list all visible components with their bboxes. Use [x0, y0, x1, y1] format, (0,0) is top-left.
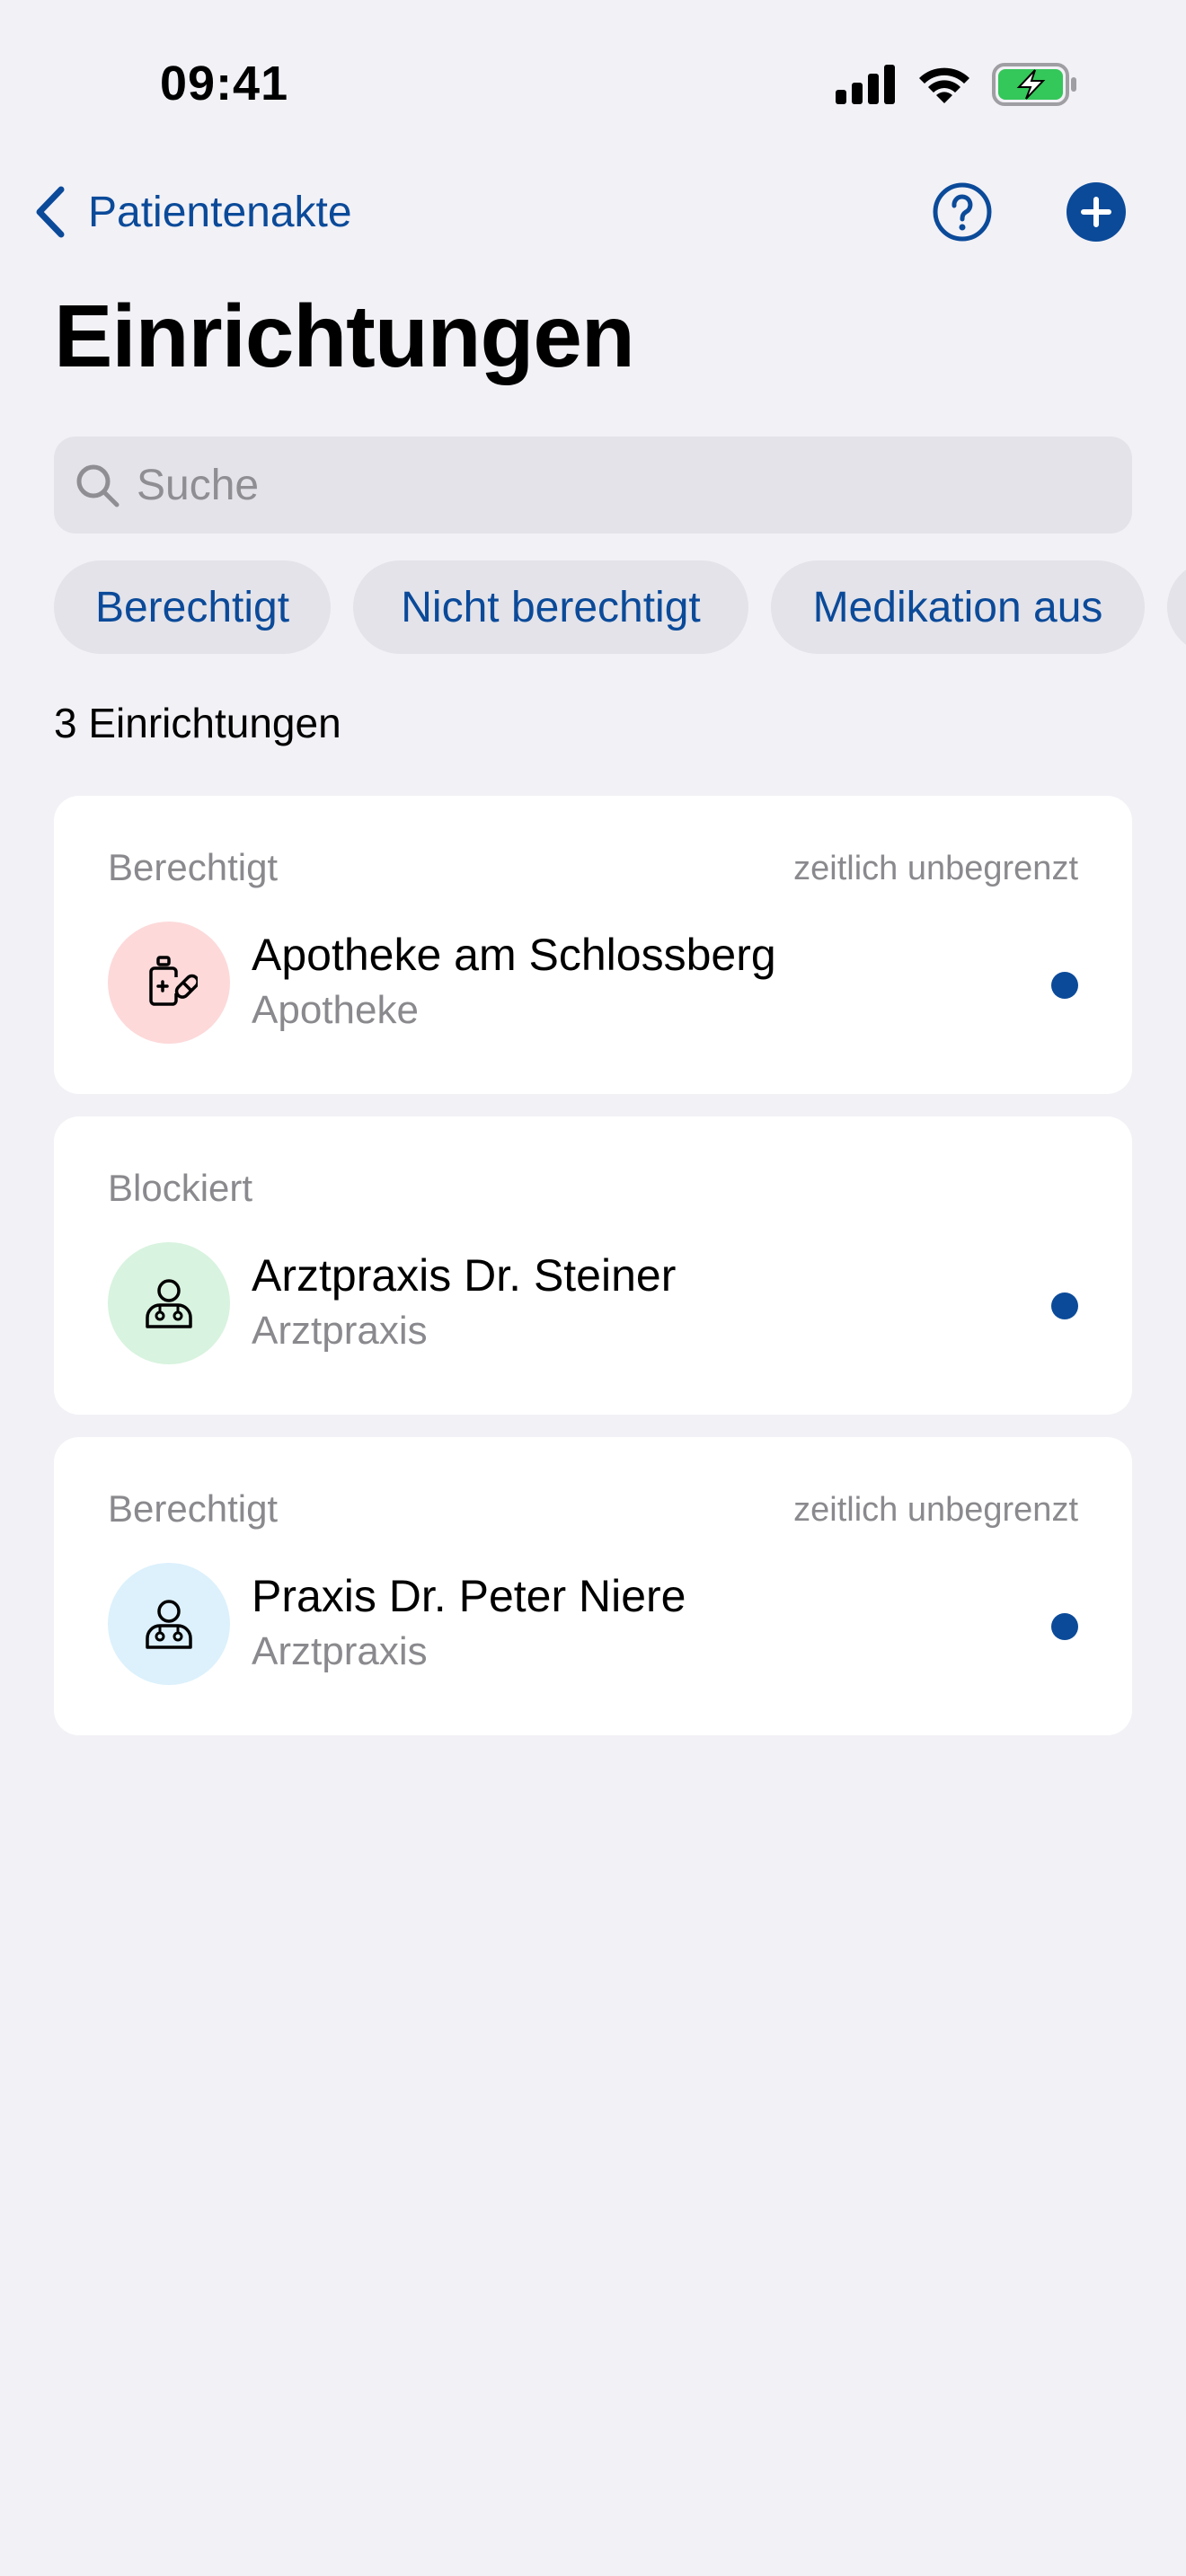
- facility-type: Arztpraxis: [252, 1629, 428, 1673]
- doctor-icon: [146, 1600, 192, 1649]
- status-icons: [836, 63, 1078, 106]
- battery-charging-icon: [992, 63, 1076, 106]
- status-bar: 09:41: [0, 0, 1186, 171]
- unread-dot: [1051, 1613, 1078, 1640]
- facility-card[interactable]: Berechtigt zeitlich unbegrenzt Apotheke …: [54, 796, 1132, 1094]
- filter-chips: Berechtigt Nicht berechtigt Medikation a…: [54, 560, 1186, 654]
- facility-name: Arztpraxis Dr. Steiner: [252, 1250, 677, 1301]
- facility-card[interactable]: Blockiert Arztpraxis Dr. Steiner Arztpra…: [54, 1116, 1132, 1415]
- facility-avatar: [108, 1242, 230, 1364]
- filter-chip-medikation-aus[interactable]: Medikation aus: [771, 560, 1145, 654]
- facility-status: Berechtigt: [108, 1487, 279, 1530]
- help-button[interactable]: [932, 181, 993, 243]
- cellular-signal-icon: [836, 65, 895, 104]
- facility-type: Arztpraxis: [252, 1309, 428, 1353]
- facility-duration: zeitlich unbegrenzt: [793, 1491, 1078, 1529]
- facility-card[interactable]: Berechtigt zeitlich unbegrenzt Praxis Dr…: [54, 1437, 1132, 1735]
- chevron-left-icon: [36, 186, 65, 238]
- back-button[interactable]: Patientenakte: [32, 176, 352, 248]
- plus-circle-icon: [1067, 182, 1126, 242]
- status-time: 09:41: [160, 57, 289, 110]
- facility-status: Berechtigt: [108, 846, 279, 888]
- unread-dot: [1051, 972, 1078, 999]
- add-button[interactable]: [1066, 181, 1127, 243]
- back-label: Patientenakte: [88, 188, 352, 236]
- facility-name: Apotheke am Schlossberg: [252, 930, 776, 980]
- navigation-bar: Patientenakte: [0, 176, 1186, 248]
- filter-chip-berechtigt[interactable]: Berechtigt: [54, 560, 331, 654]
- filter-chip-nicht-berechtigt[interactable]: Nicht berechtigt: [353, 560, 748, 654]
- facility-avatar: [108, 1563, 230, 1685]
- pharmacy-icon: [149, 956, 198, 1006]
- page-title: Einrichtungen: [54, 287, 635, 385]
- help-circle-icon: [933, 182, 992, 242]
- result-count: 3 Einrichtungen: [54, 700, 341, 746]
- doctor-icon: [146, 1279, 192, 1328]
- filter-chip-overflow[interactable]: [1167, 560, 1186, 654]
- search-bar[interactable]: [54, 437, 1132, 534]
- wifi-icon: [919, 67, 969, 103]
- facility-avatar: [108, 922, 230, 1044]
- facility-type: Apotheke: [252, 988, 419, 1032]
- facility-name: Praxis Dr. Peter Niere: [252, 1571, 686, 1621]
- facility-status: Blockiert: [108, 1167, 253, 1209]
- search-icon: [76, 464, 119, 507]
- facility-duration: zeitlich unbegrenzt: [793, 850, 1078, 887]
- search-input[interactable]: [137, 460, 1035, 510]
- unread-dot: [1051, 1292, 1078, 1319]
- screen: 09:41 Patientenakte Einrichtungen Suche …: [0, 0, 1186, 2576]
